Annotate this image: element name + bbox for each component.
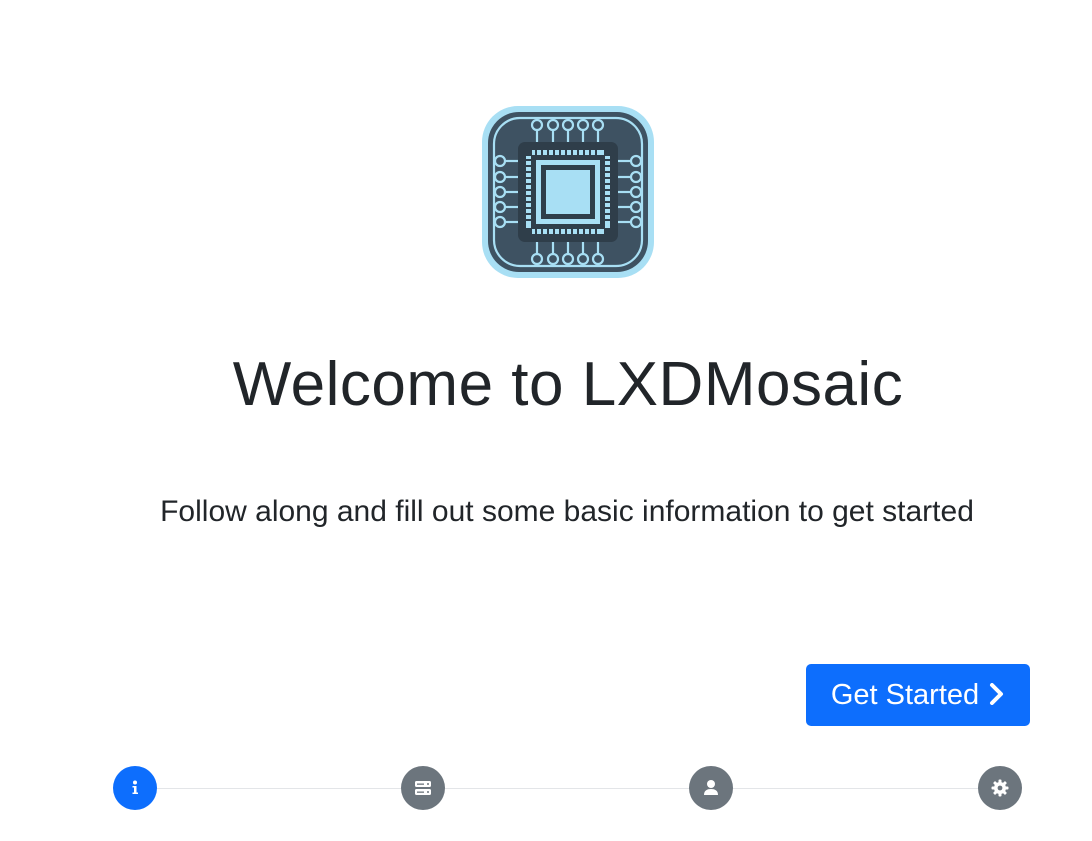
page-subtitle: Follow along and fill out some basic inf…	[160, 495, 974, 528]
user-icon	[704, 780, 718, 795]
step-2-server[interactable]	[401, 766, 445, 810]
step-3-user[interactable]	[689, 766, 733, 810]
gear-icon	[991, 779, 1009, 797]
stepper-track	[135, 788, 999, 789]
step-1-info[interactable]	[113, 766, 157, 810]
welcome-page: Welcome to LXDMosaic Follow along and fi…	[0, 0, 1092, 841]
server-icon	[415, 781, 431, 795]
chevron-right-icon	[990, 683, 1004, 705]
page-title: Welcome to LXDMosaic	[232, 350, 904, 419]
get-started-label: Get Started	[830, 679, 980, 711]
cpu-chip-icon	[482, 106, 654, 278]
get-started-button[interactable]: Get Started	[806, 664, 1030, 726]
info-icon	[132, 780, 138, 794]
step-4-settings[interactable]	[978, 766, 1022, 810]
